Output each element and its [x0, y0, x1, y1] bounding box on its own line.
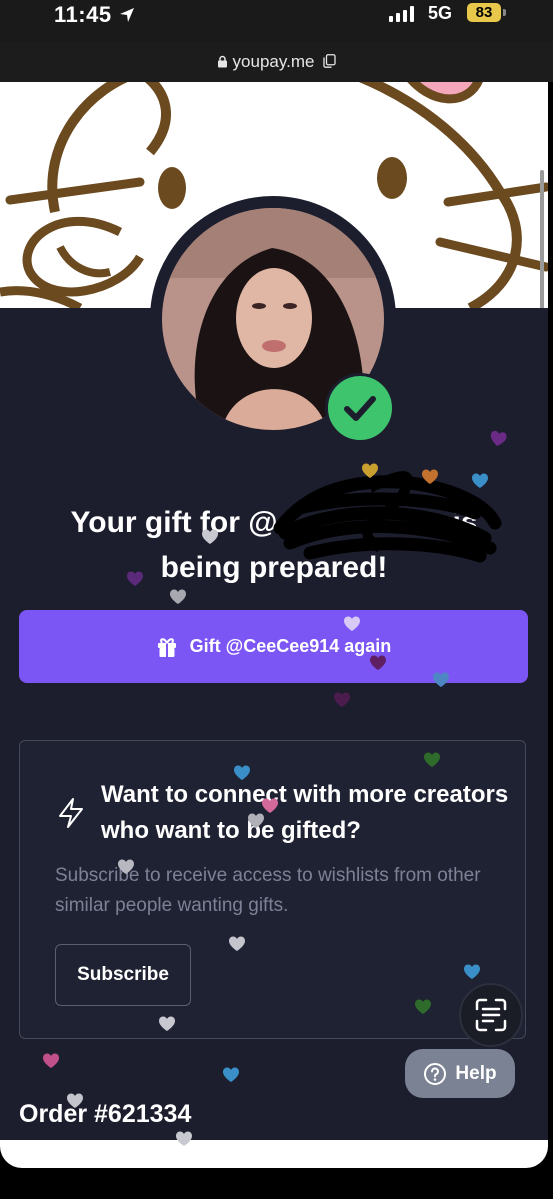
- card-description: Subscribe to receive access to wishlists…: [55, 865, 481, 916]
- order-number: Order #621334: [19, 1100, 192, 1128]
- card-title: Want to connect with more creators who w…: [101, 781, 509, 844]
- location-arrow-icon: [120, 8, 134, 22]
- gift-again-label: Gift @CeeCee914 again: [189, 636, 392, 656]
- battery-indicator: 83: [467, 3, 501, 22]
- subscribe-button[interactable]: Subscribe: [55, 944, 191, 1006]
- url-text: youpay.me: [232, 52, 315, 71]
- page-scrollbar[interactable]: [540, 170, 544, 320]
- status-bar: 11:45 5G 83: [0, 0, 553, 42]
- verified-check-icon: [325, 373, 395, 443]
- heading-line-1-text: Your gift for @: [70, 506, 278, 539]
- copy-icon[interactable]: [323, 54, 336, 68]
- lightning-bolt-icon: [59, 798, 83, 828]
- url-row: youpay.me: [0, 52, 553, 72]
- subscribe-card: Want to connect with more creators who w…: [19, 740, 526, 1039]
- network-type: 5G: [428, 3, 453, 23]
- scan-text-icon: [475, 998, 507, 1032]
- gift-again-button[interactable]: Gift @CeeCee914 again: [19, 610, 528, 683]
- help-button[interactable]: Help: [405, 1049, 515, 1098]
- bottom-page-edge: [0, 1140, 548, 1168]
- scan-text-button[interactable]: [459, 983, 523, 1047]
- redaction-scribble: [273, 471, 502, 563]
- question-circle-icon: [424, 1062, 447, 1085]
- gift-icon: [157, 637, 176, 657]
- browser-url-bar[interactable]: youpay.me: [0, 42, 553, 82]
- lock-icon: [217, 55, 227, 68]
- status-time: 11:45: [54, 2, 112, 27]
- signal-bars-icon: [389, 6, 417, 22]
- phone-screen: 11:45 5G 83 youpay.me Your gift for @ is…: [0, 0, 553, 1199]
- battery-tip: [503, 9, 506, 16]
- help-label: Help: [455, 1062, 497, 1084]
